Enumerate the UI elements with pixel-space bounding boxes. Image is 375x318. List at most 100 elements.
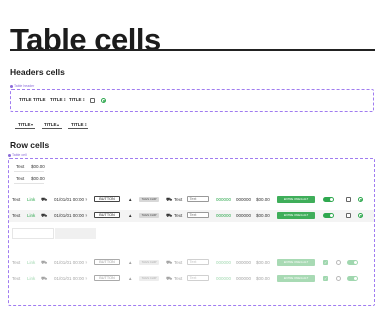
truck-icon: ⛟ <box>41 259 48 266</box>
green-number: 000000 <box>216 197 232 202</box>
tag-chip: TAGS CHIP <box>139 197 159 202</box>
table-row-disabled: Text Link ⛟ 01/01/01 00:00 ? BUTTON ▲ TA… <box>9 273 374 285</box>
row-text: Text <box>12 213 21 218</box>
row-money: $00.00 <box>256 260 270 265</box>
table-header-tag: Table header <box>10 84 34 88</box>
sort-both-icon[interactable]: ⇕ <box>84 122 87 127</box>
row-number: 000000 <box>236 260 252 265</box>
row-radio[interactable] <box>358 197 363 202</box>
sort-title-1[interactable]: TITLE <box>18 122 31 127</box>
truck-icon: ⛟ <box>166 196 173 203</box>
sort-title-3[interactable]: TITLE <box>71 122 84 127</box>
sort-underline <box>68 128 88 129</box>
tag-chip: TAGS CHIP <box>139 260 159 265</box>
warning-icon: ▲ <box>128 275 133 281</box>
value-cell: $00.00 <box>31 164 45 169</box>
truck-text: Text <box>174 260 183 265</box>
row-input: Text <box>187 259 209 265</box>
sort-icon[interactable]: ⇕ <box>63 97 66 102</box>
warning-icon: ▲ <box>128 259 133 265</box>
green-action-button[interactable]: ENTRE ONE/A ALT <box>277 212 315 219</box>
row-text: Text <box>12 260 21 265</box>
row-checkbox-checked: ✓ <box>323 260 328 265</box>
green-action-button[interactable]: ENTRE ONE/A ALT <box>277 196 315 203</box>
sort-underline <box>42 128 62 129</box>
header-title-2[interactable]: TITLE <box>33 97 46 102</box>
header-checkbox[interactable] <box>90 97 95 103</box>
table-cell-tag: Table cell <box>8 153 27 157</box>
help-icon[interactable]: ? <box>85 213 87 218</box>
row-button: BUTTON <box>94 259 120 265</box>
truck-icon: ⛟ <box>41 196 48 203</box>
row-input[interactable]: Text <box>187 196 209 202</box>
row-number: 000000 <box>236 276 252 281</box>
truck-icon: ⛟ <box>166 259 173 266</box>
row-toggle[interactable] <box>323 213 334 218</box>
header-radio[interactable] <box>101 97 106 103</box>
empty-cell <box>12 228 54 239</box>
row-radio <box>336 276 341 281</box>
truck-icon: ⛟ <box>166 275 173 282</box>
component-dot-icon <box>8 153 11 157</box>
value-cell: $00.00 <box>31 176 45 181</box>
row-toggle <box>347 260 358 265</box>
component-dot-icon <box>10 84 13 88</box>
truck-text: Text <box>174 197 183 202</box>
row-button[interactable]: BUTTON <box>94 212 120 218</box>
table-row[interactable]: Text Link ⛟ 01/01/01 00:00 ? BUTTON ▲ TA… <box>9 194 374 206</box>
sort-asc-icon[interactable]: ▾ <box>31 122 33 127</box>
truck-icon: ⛟ <box>41 275 48 282</box>
row-link[interactable]: Link <box>27 197 35 202</box>
row-checkbox[interactable] <box>346 213 351 218</box>
truck-text: Text <box>174 213 183 218</box>
row-button[interactable]: BUTTON <box>94 196 120 202</box>
text-cell: Text <box>16 164 25 169</box>
row-date: 01/01/01 00:00 <box>54 260 85 265</box>
tag-chip: TAGS CHIP <box>139 213 159 218</box>
green-number: 000000 <box>216 260 232 265</box>
sort-title-2[interactable]: TITLE <box>44 122 57 127</box>
help-icon[interactable]: ? <box>85 197 87 202</box>
row-text: Text <box>12 276 21 281</box>
sort-underline <box>15 128 35 129</box>
green-action-button: ENTRE ONE/A ALT <box>277 259 315 266</box>
green-number: 000000 <box>216 213 232 218</box>
row-link: Link <box>27 260 36 265</box>
row-toggle <box>347 276 358 281</box>
header-title-1[interactable]: TITLE <box>19 97 32 102</box>
row-checkbox[interactable] <box>346 197 351 202</box>
row-number: 000000 <box>236 213 252 218</box>
row-money: $00.00 <box>256 197 270 202</box>
row-money: $00.00 <box>256 276 270 281</box>
row-link[interactable]: Link <box>27 213 35 218</box>
row-money: $00.00 <box>256 213 270 218</box>
row-radio <box>336 260 341 265</box>
sort-icon[interactable]: ⇕ <box>82 97 85 102</box>
text-cell: Text <box>16 176 25 181</box>
help-icon: ? <box>85 276 88 281</box>
truck-icon: ⛟ <box>166 212 173 219</box>
help-icon: ? <box>85 260 88 265</box>
header-title-3[interactable]: TITLE <box>50 97 63 102</box>
row-link: Link <box>27 276 36 281</box>
rows-section-heading: Row cells <box>10 140 50 150</box>
row-radio[interactable] <box>358 213 363 218</box>
row-divider <box>14 183 44 184</box>
header-title-4[interactable]: TITLE <box>69 97 82 102</box>
warning-icon: ▲ <box>128 196 133 202</box>
page-title: Table cells <box>10 22 161 57</box>
row-input[interactable]: Text <box>187 212 209 218</box>
table-row-disabled: Text Link ⛟ 01/01/01 00:00 ? BUTTON ▲ TA… <box>9 257 374 269</box>
green-number: 000000 <box>216 276 232 281</box>
row-number: 000000 <box>236 197 252 202</box>
row-divider <box>14 171 44 172</box>
row-date: 01/01/01 00:00 <box>54 276 85 281</box>
row-input: Text <box>187 275 209 281</box>
row-date: 01/01/01 00:00 <box>54 197 85 202</box>
truck-icon: ⛟ <box>41 212 48 219</box>
table-row-selected[interactable]: Text Link ⛟ 01/01/01 00:00 ? BUTTON ▲ TA… <box>9 210 374 222</box>
sort-desc-icon[interactable]: ▴ <box>57 122 59 127</box>
tag-chip: TAGS CHIP <box>139 276 159 281</box>
warning-icon: ▲ <box>128 212 133 218</box>
row-toggle[interactable] <box>323 197 334 202</box>
